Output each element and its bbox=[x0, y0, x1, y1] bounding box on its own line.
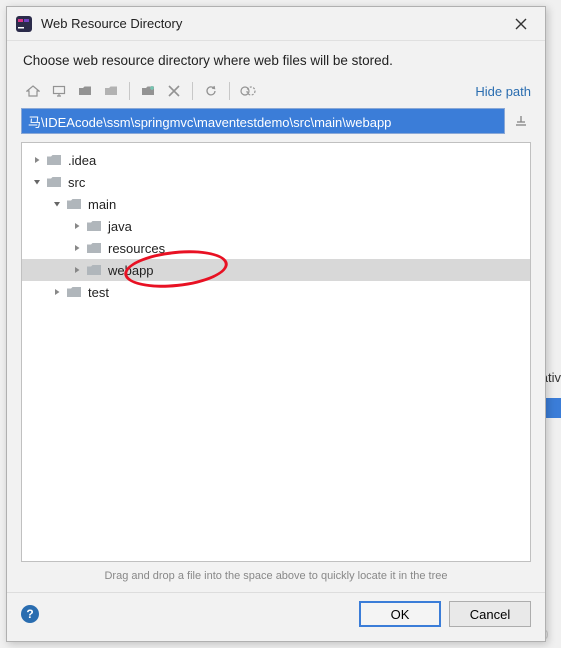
help-icon[interactable]: ? bbox=[21, 605, 39, 623]
path-input[interactable] bbox=[21, 108, 505, 134]
folder-icon bbox=[46, 175, 62, 189]
drop-hint: Drag and drop a file into the space abov… bbox=[7, 562, 545, 588]
project-icon[interactable] bbox=[73, 80, 97, 102]
folder-icon bbox=[66, 285, 82, 299]
home-icon[interactable] bbox=[21, 80, 45, 102]
tree-item[interactable]: webapp bbox=[22, 259, 530, 281]
path-row bbox=[7, 108, 545, 142]
tree-item-label: main bbox=[88, 197, 116, 212]
close-button[interactable] bbox=[503, 10, 539, 38]
hide-path-link[interactable]: Hide path bbox=[475, 84, 531, 99]
new-folder-icon[interactable] bbox=[136, 80, 160, 102]
toolbar: Hide path bbox=[7, 78, 545, 108]
folder-icon bbox=[86, 263, 102, 277]
chevron-right-icon[interactable] bbox=[70, 241, 84, 255]
tree-item[interactable]: test bbox=[22, 281, 530, 303]
refresh-icon[interactable] bbox=[199, 80, 223, 102]
tree-item-label: test bbox=[88, 285, 109, 300]
titlebar: Web Resource Directory bbox=[7, 7, 545, 41]
footer: ? OK Cancel bbox=[7, 592, 545, 641]
toolbar-separator bbox=[129, 82, 130, 100]
tree-view[interactable]: .idea srcmain java resources webapp test bbox=[21, 142, 531, 562]
module-icon[interactable] bbox=[99, 80, 123, 102]
chevron-right-icon[interactable] bbox=[50, 285, 64, 299]
tree-item[interactable]: main bbox=[22, 193, 530, 215]
chevron-down-icon[interactable] bbox=[50, 197, 64, 211]
folder-icon bbox=[86, 241, 102, 255]
tree-item[interactable]: .idea bbox=[22, 149, 530, 171]
dialog: Web Resource Directory Choose web resour… bbox=[6, 6, 546, 642]
chevron-right-icon[interactable] bbox=[70, 263, 84, 277]
desktop-icon[interactable] bbox=[47, 80, 71, 102]
show-hidden-icon[interactable] bbox=[236, 80, 260, 102]
chevron-right-icon[interactable] bbox=[30, 153, 44, 167]
history-icon[interactable] bbox=[511, 110, 531, 132]
chevron-right-icon[interactable] bbox=[70, 219, 84, 233]
folder-icon bbox=[46, 153, 62, 167]
delete-icon[interactable] bbox=[162, 80, 186, 102]
tree-item-label: java bbox=[108, 219, 132, 234]
dialog-title: Web Resource Directory bbox=[41, 16, 503, 31]
cancel-button[interactable]: Cancel bbox=[449, 601, 531, 627]
tree-item[interactable]: resources bbox=[22, 237, 530, 259]
folder-icon bbox=[66, 197, 82, 211]
tree-item-label: resources bbox=[108, 241, 165, 256]
toolbar-separator bbox=[192, 82, 193, 100]
tree-item-label: webapp bbox=[108, 263, 154, 278]
tree-item-label: src bbox=[68, 175, 85, 190]
ok-button[interactable]: OK bbox=[359, 601, 441, 627]
tree-item[interactable]: src bbox=[22, 171, 530, 193]
chevron-down-icon[interactable] bbox=[30, 175, 44, 189]
toolbar-separator bbox=[229, 82, 230, 100]
tree-item-label: .idea bbox=[68, 153, 96, 168]
instruction-text: Choose web resource directory where web … bbox=[7, 41, 545, 78]
app-icon bbox=[15, 15, 33, 33]
tree-item[interactable]: java bbox=[22, 215, 530, 237]
folder-icon bbox=[86, 219, 102, 233]
